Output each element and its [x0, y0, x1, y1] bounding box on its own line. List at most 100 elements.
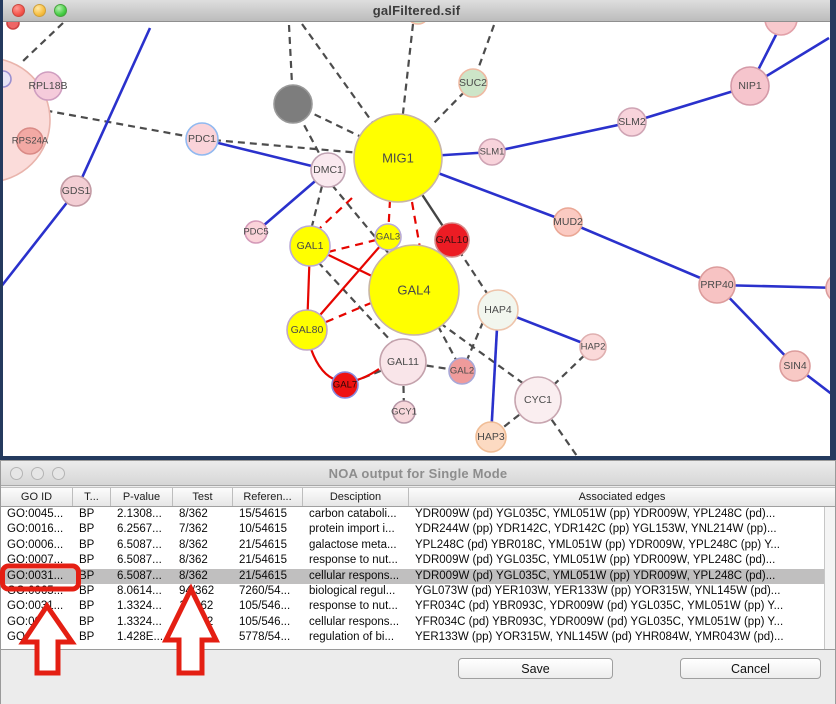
save-button[interactable]: Save	[458, 658, 613, 679]
network-canvas[interactable]: RPL18BRPS24AGDS1PDC1PDC5DMC1SUC2MIG1SLM1…	[3, 0, 830, 456]
cell-ref: 15/54615	[233, 507, 303, 522]
cell-ref: 21/54615	[233, 538, 303, 553]
cell-test: 94/362	[173, 584, 233, 599]
cell-ref: 5778/54...	[233, 630, 303, 645]
cell-desc: galactose meta...	[303, 538, 409, 553]
node-label-PDC1: PDC1	[188, 133, 216, 145]
node-label-GAL80: GAL80	[291, 324, 324, 336]
cell-test: 8/362	[173, 507, 233, 522]
cell-ref: 21/54615	[233, 569, 303, 584]
node-label-GAL10: GAL10	[436, 234, 469, 246]
column-header-desciption[interactable]: Desciption	[303, 488, 409, 506]
column-header-pvalue[interactable]: P-value	[111, 488, 173, 506]
cell-edges: YER133W (pp) YOR315W, YNL145W (pd) YHR08…	[409, 630, 835, 645]
node-label-SLM1: SLM1	[480, 147, 505, 158]
node-label-PDC5: PDC5	[243, 227, 268, 238]
node-label-NIP1: NIP1	[738, 80, 762, 92]
cell-ref: 7260/54...	[233, 584, 303, 599]
table-header-row: GO IDT...P-valueTestReferen...Desciption…	[1, 487, 835, 507]
node-label-GAL4: GAL4	[397, 283, 430, 298]
node-label-GCY1: GCY1	[391, 407, 417, 418]
cell-p: 8.0614...	[111, 584, 173, 599]
vertical-scrollbar[interactable]	[824, 507, 835, 649]
zoom-button[interactable]	[52, 467, 65, 480]
cell-edges: YPL248C (pd) YBR018C, YML051W (pp) YDR00…	[409, 538, 835, 553]
cell-type: BP	[73, 584, 111, 599]
cell-desc: cellular respons...	[303, 569, 409, 584]
cell-type: BP	[73, 630, 111, 645]
cell-ref: 105/546...	[233, 599, 303, 614]
cell-ref: 21/54615	[233, 553, 303, 568]
cell-desc: response to nut...	[303, 599, 409, 614]
cell-test: 8/362	[173, 538, 233, 553]
cell-edges: YDR009W (pd) YGL035C, YML051W (pp) YDR00…	[409, 569, 835, 584]
cell-go: GO:0050...	[1, 630, 73, 645]
cell-desc: response to nut...	[303, 553, 409, 568]
node-label-SLM2: SLM2	[618, 116, 646, 128]
cell-p: 1.428E...	[111, 630, 173, 645]
table-row[interactable]: GO:0045...BP2.1308...8/36215/54615carbon…	[1, 507, 835, 522]
column-header-referen[interactable]: Referen...	[233, 488, 303, 506]
cell-test: 80/362	[173, 630, 233, 645]
table-row[interactable]: GO:0016...BP6.2567...7/36210/54615protei…	[1, 522, 835, 537]
cell-type: BP	[73, 522, 111, 537]
minimize-button[interactable]	[31, 467, 44, 480]
table-row[interactable]: GO:0031...BP1.3324...11/362105/546...cel…	[1, 615, 835, 630]
table-row[interactable]: GO:0031...BP1.3324...11/362105/546...res…	[1, 599, 835, 614]
cell-go: GO:0045...	[1, 507, 73, 522]
cell-p: 1.3324...	[111, 599, 173, 614]
cancel-button[interactable]: Cancel	[680, 658, 821, 679]
cell-go: GO:0016...	[1, 522, 73, 537]
node-label-GAL11: GAL11	[387, 356, 419, 368]
cell-go: GO:0065...	[1, 584, 73, 599]
node-label-MUD2: MUD2	[553, 216, 583, 228]
noa-window-titlebar: NOA output for Single Mode	[1, 461, 835, 486]
column-header-t[interactable]: T...	[73, 488, 111, 506]
node-gray-node[interactable]	[274, 85, 312, 123]
table-row[interactable]: GO:0050...BP1.428E...80/3625778/54...reg…	[1, 630, 835, 645]
node-label-MSN: MSN	[829, 282, 830, 294]
cell-edges: YDR009W (pd) YGL035C, YML051W (pp) YDR00…	[409, 507, 835, 522]
node-label-HAP2: HAP2	[581, 342, 606, 353]
cell-go: GO:0006...	[1, 538, 73, 553]
cell-type: BP	[73, 553, 111, 568]
cell-test: 8/362	[173, 569, 233, 584]
column-header-test[interactable]: Test	[173, 488, 233, 506]
noa-output-window: NOA output for Single Mode GO IDT...P-va…	[1, 461, 835, 704]
noa-window-title: NOA output for Single Mode	[1, 466, 835, 481]
node-label-RPS24A: RPS24A	[12, 136, 49, 147]
node-label-GAL2: GAL2	[450, 366, 474, 377]
cell-p: 2.1308...	[111, 507, 173, 522]
column-header-associatededges[interactable]: Associated edges	[409, 488, 835, 506]
column-header-goid[interactable]: GO ID	[1, 488, 73, 506]
cell-p: 1.3324...	[111, 615, 173, 630]
cell-go: GO:0007...	[1, 553, 73, 568]
cell-test: 7/362	[173, 522, 233, 537]
table-row[interactable]: GO:0031...BP6.5087...8/36221/54615cellul…	[1, 569, 835, 584]
dialog-footer: Save Cancel	[1, 658, 835, 684]
table-row[interactable]: GO:0007...BP6.5087...8/36221/54615respon…	[1, 553, 835, 568]
minimize-button[interactable]	[33, 4, 46, 17]
cell-go: GO:0031...	[1, 599, 73, 614]
cell-go: GO:0031...	[1, 569, 73, 584]
cell-p: 6.5087...	[111, 538, 173, 553]
node-label-SIN4: SIN4	[783, 360, 807, 372]
cell-edges: YFR034C (pd) YBR093C, YDR009W (pd) YGL03…	[409, 599, 835, 614]
zoom-button[interactable]	[54, 4, 67, 17]
close-button[interactable]	[12, 4, 25, 17]
cell-type: BP	[73, 615, 111, 630]
cell-go: GO:0031...	[1, 615, 73, 630]
table-row[interactable]: GO:0006...BP6.5087...8/36221/54615galact…	[1, 538, 835, 553]
node-label-RPL18B: RPL18B	[28, 80, 67, 92]
table-body: GO:0045...BP2.1308...8/36215/54615carbon…	[1, 507, 835, 650]
cell-desc: biological regul...	[303, 584, 409, 599]
node-label-GAL1: GAL1	[297, 240, 324, 252]
cell-ref: 105/546...	[233, 615, 303, 630]
close-button[interactable]	[10, 467, 23, 480]
table-row[interactable]: GO:0065...BP8.0614...94/3627260/54...bio…	[1, 584, 835, 599]
node-label-SUC2: SUC2	[459, 77, 487, 89]
node-label-PRP40: PRP40	[700, 279, 733, 291]
cell-type: BP	[73, 569, 111, 584]
cell-edges: YDR009W (pd) YGL035C, YML051W (pp) YDR00…	[409, 553, 835, 568]
cell-edges: YFR034C (pd) YBR093C, YDR009W (pd) YGL03…	[409, 615, 835, 630]
